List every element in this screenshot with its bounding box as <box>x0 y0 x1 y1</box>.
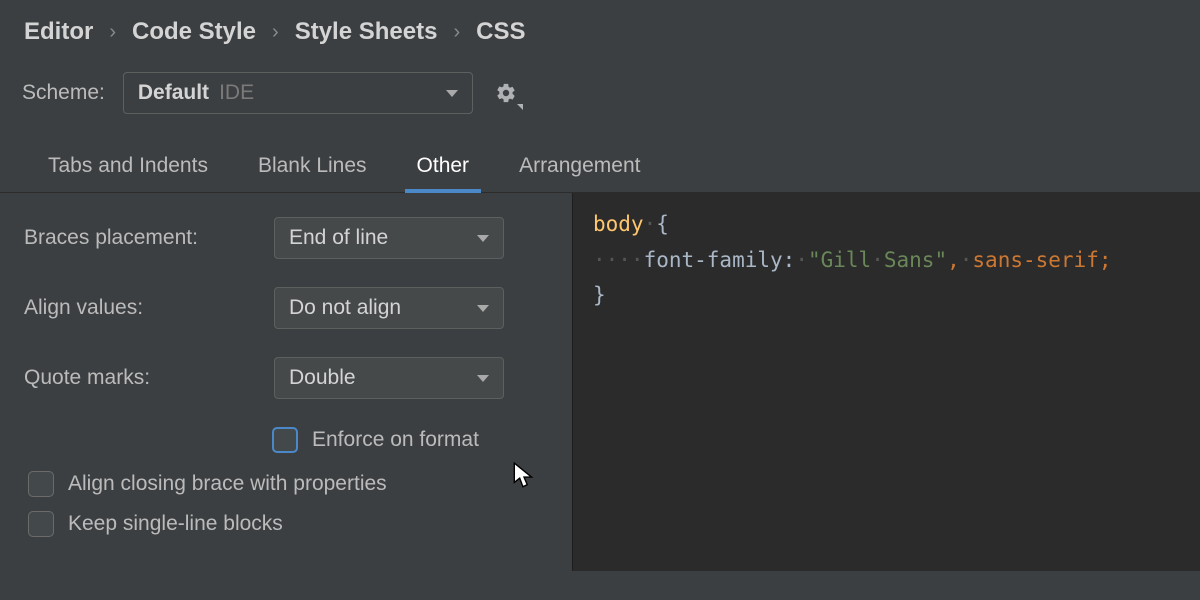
chevron-down-icon <box>477 375 489 382</box>
breadcrumb-item[interactable]: CSS <box>476 18 525 46</box>
align-value: Do not align <box>289 296 467 320</box>
align-close-checkbox[interactable] <box>28 471 54 497</box>
braces-label: Braces placement: <box>24 226 274 250</box>
braces-value: End of line <box>289 226 467 250</box>
gear-button[interactable] <box>491 78 521 108</box>
chevron-down-icon <box>446 90 458 97</box>
align-select[interactable]: Do not align <box>274 287 504 329</box>
tab-other[interactable]: Other <box>417 154 470 192</box>
breadcrumb-item[interactable]: Style Sheets <box>295 18 438 46</box>
code-line: ····font-family:·"Gill·Sans",·sans-serif… <box>593 243 1180 279</box>
quote-row: Quote marks: Double <box>24 357 552 399</box>
code-preview: body·{ ····font-family:·"Gill·Sans",·san… <box>572 193 1200 571</box>
chevron-right-icon: › <box>272 21 279 44</box>
gear-icon <box>495 82 517 104</box>
chevron-right-icon: › <box>109 21 116 44</box>
keep-single-row[interactable]: Keep single-line blocks <box>28 511 552 537</box>
quote-value: Double <box>289 366 467 390</box>
align-close-row[interactable]: Align closing brace with properties <box>28 471 552 497</box>
tab-tabs-indents[interactable]: Tabs and Indents <box>48 154 208 192</box>
tabs: Tabs and Indents Blank Lines Other Arran… <box>0 138 1200 193</box>
braces-select[interactable]: End of line <box>274 217 504 259</box>
enforce-label: Enforce on format <box>312 428 479 452</box>
dropdown-corner-icon <box>517 104 523 110</box>
enforce-row[interactable]: Enforce on format <box>272 427 552 453</box>
scheme-row: Scheme: Default IDE <box>0 62 1200 138</box>
settings-pane: Braces placement: End of line Align valu… <box>0 193 572 571</box>
tab-blank-lines[interactable]: Blank Lines <box>258 154 367 192</box>
scheme-label: Scheme: <box>22 81 105 105</box>
breadcrumb-item[interactable]: Editor <box>24 18 93 46</box>
keep-single-checkbox[interactable] <box>28 511 54 537</box>
content: Braces placement: End of line Align valu… <box>0 193 1200 571</box>
align-label: Align values: <box>24 296 274 320</box>
code-line: } <box>593 278 1180 314</box>
chevron-right-icon: › <box>453 21 460 44</box>
chevron-down-icon <box>477 235 489 242</box>
scheme-select[interactable]: Default IDE <box>123 72 473 114</box>
scheme-type: IDE <box>219 81 254 105</box>
enforce-checkbox[interactable] <box>272 427 298 453</box>
chevron-down-icon <box>477 305 489 312</box>
quote-label: Quote marks: <box>24 366 274 390</box>
tab-arrangement[interactable]: Arrangement <box>519 154 640 192</box>
scheme-name: Default <box>138 81 209 105</box>
breadcrumb-item[interactable]: Code Style <box>132 18 256 46</box>
quote-select[interactable]: Double <box>274 357 504 399</box>
align-row: Align values: Do not align <box>24 287 552 329</box>
align-close-label: Align closing brace with properties <box>68 472 387 496</box>
braces-row: Braces placement: End of line <box>24 217 552 259</box>
code-line: body·{ <box>593 207 1180 243</box>
keep-single-label: Keep single-line blocks <box>68 512 283 536</box>
breadcrumb: Editor › Code Style › Style Sheets › CSS <box>0 0 1200 62</box>
